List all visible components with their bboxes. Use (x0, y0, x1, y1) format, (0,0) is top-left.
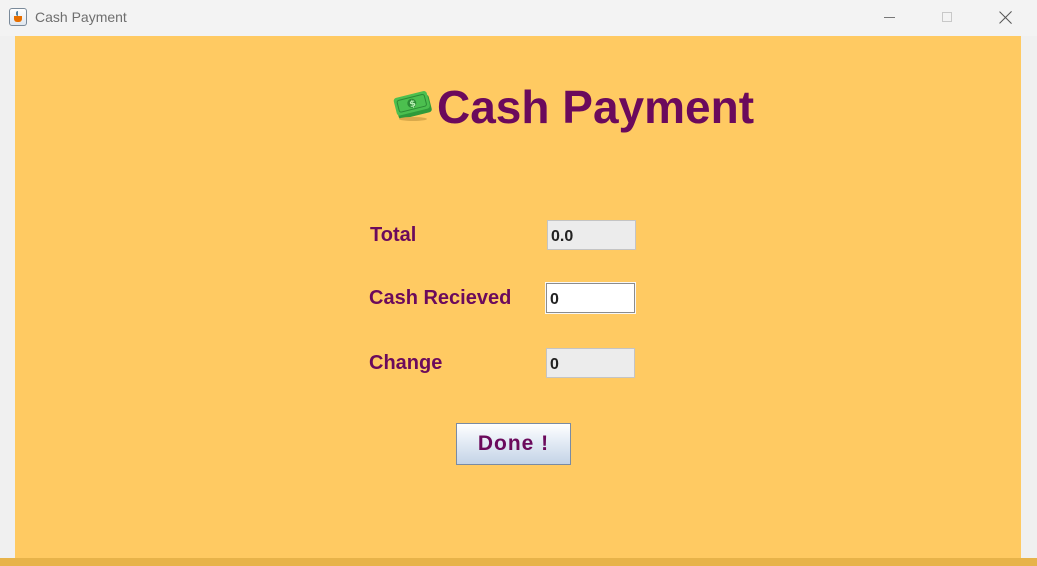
maximize-icon (942, 12, 952, 22)
java-icon (9, 8, 27, 26)
window-title: Cash Payment (35, 9, 127, 25)
maximize-button[interactable] (918, 0, 976, 34)
cash-payment-window: Cash Payment $ Cash Payment Total Cash R… (0, 0, 1037, 566)
cash-received-input[interactable] (546, 283, 635, 313)
cash-received-label: Cash Recieved (369, 287, 512, 309)
content-panel: $ Cash Payment Total Cash Recieved Chang… (15, 36, 1021, 558)
page-title: Cash Payment (437, 81, 755, 133)
title-bar[interactable]: Cash Payment (0, 0, 1037, 36)
minimize-button[interactable] (860, 0, 918, 34)
total-field[interactable] (547, 220, 636, 250)
change-field[interactable] (546, 348, 635, 378)
change-label: Change (369, 352, 443, 374)
done-button[interactable]: Done ! (456, 423, 571, 465)
money-icon: $ (393, 91, 432, 121)
total-label: Total (370, 224, 417, 246)
close-button[interactable] (977, 0, 1035, 34)
window-bottom-edge (0, 558, 1037, 566)
minimize-icon (883, 16, 895, 18)
close-icon (999, 10, 1013, 24)
